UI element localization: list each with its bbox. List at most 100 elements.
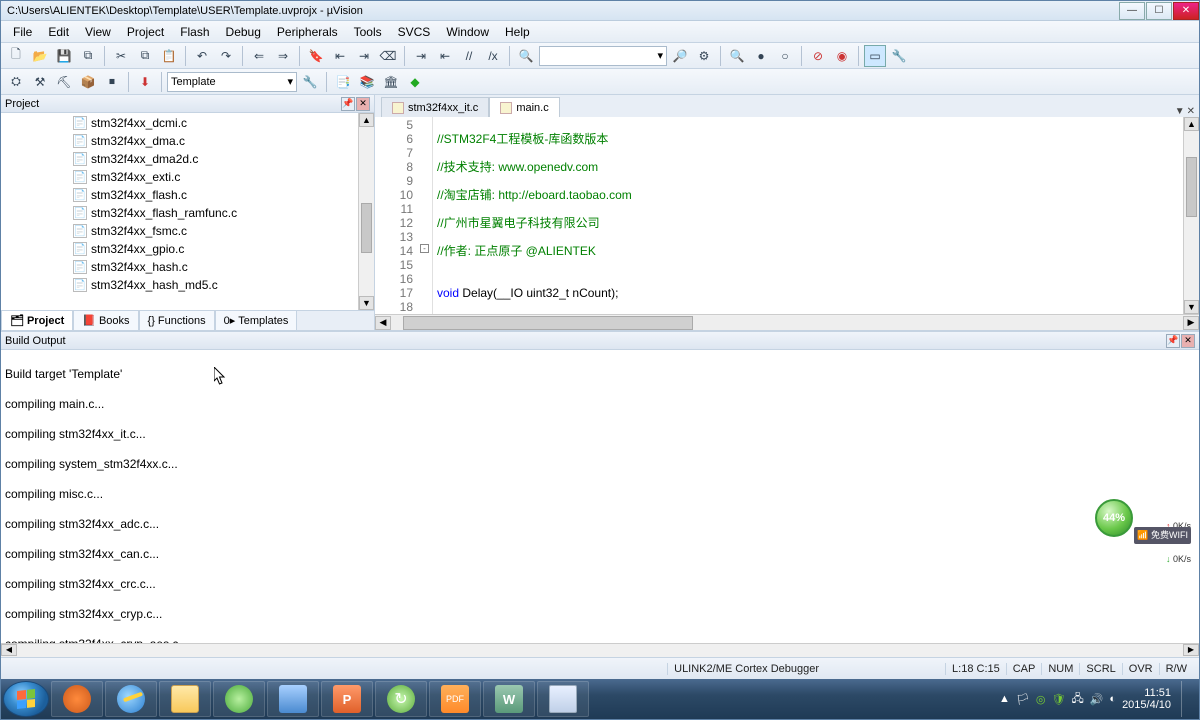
pane-pin-icon[interactable]: 📌 (341, 97, 355, 111)
tray-network-icon[interactable]: 🖧 (1071, 690, 1083, 709)
taskbar-app-5[interactable] (267, 681, 319, 717)
editor-tab-main[interactable]: main.c (489, 97, 559, 117)
pane-close-icon[interactable]: ✕ (356, 97, 370, 111)
tree-file-item[interactable]: 📄stm32f4xx_dcmi.c (1, 114, 374, 132)
tray-clock[interactable]: 11:51 2015/4/10 (1122, 687, 1171, 711)
tray-misc-icon[interactable]: ◐ (1109, 693, 1116, 705)
tree-file-item[interactable]: 📄stm32f4xx_hash_md5.c (1, 276, 374, 294)
tree-file-item[interactable]: 📄stm32f4xx_fsmc.c (1, 222, 374, 240)
incremental-find-icon[interactable]: ⚙ (693, 45, 715, 67)
menu-tools[interactable]: Tools (346, 23, 390, 41)
build-icon[interactable]: ⚒ (29, 71, 51, 93)
undo-icon[interactable]: ↶ (191, 45, 213, 67)
tree-file-item[interactable]: 📄stm32f4xx_hash.c (1, 258, 374, 276)
menu-window[interactable]: Window (438, 23, 497, 41)
tree-file-item[interactable]: 📄stm32f4xx_flash.c (1, 186, 374, 204)
taskbar-app-4[interactable] (213, 681, 265, 717)
tray-flag-icon[interactable]: 🏳 (1016, 693, 1030, 706)
configure-icon[interactable]: 🔧 (888, 45, 910, 67)
tab-functions[interactable]: {}Functions (139, 310, 215, 330)
pane-close-icon[interactable]: ✕ (1181, 334, 1195, 348)
select-packs-icon[interactable]: 📚 (356, 71, 378, 93)
tree-file-item[interactable]: 📄stm32f4xx_flash_ramfunc.c (1, 204, 374, 222)
find-combo[interactable]: ▾ (539, 46, 667, 66)
close-button[interactable]: ✕ (1173, 2, 1199, 20)
taskbar-notepad[interactable] (537, 681, 589, 717)
target-options-icon[interactable]: 🔧 (299, 71, 321, 93)
tray-volume-icon[interactable]: 🔊 (1090, 693, 1104, 706)
tree-file-item[interactable]: 📄stm32f4xx_exti.c (1, 168, 374, 186)
editor-tab-stm32f4xx-it[interactable]: stm32f4xx_it.c (381, 97, 489, 117)
tab-templates[interactable]: 0▸Templates (215, 310, 298, 330)
bookmark-icon[interactable]: 🔖 (305, 45, 327, 67)
menu-flash[interactable]: Flash (172, 23, 217, 41)
scroll-up-icon[interactable]: ▲ (359, 113, 374, 127)
code-editor[interactable]: 5 6 7 8 9 10 11 12 13 14 15 16 17 18 19 … (375, 117, 1199, 314)
scroll-thumb[interactable] (361, 203, 372, 253)
taskbar-powerpoint[interactable]: P (321, 681, 373, 717)
bookmark-clear-icon[interactable]: ⌫ (377, 45, 399, 67)
find-in-files-icon[interactable]: 🔍 (515, 45, 537, 67)
download-icon[interactable]: ⬇ (134, 71, 156, 93)
tray-shield-icon[interactable]: 🛡 (1051, 693, 1065, 706)
menu-edit[interactable]: Edit (40, 23, 77, 41)
taskbar-ie[interactable] (105, 681, 157, 717)
menu-peripherals[interactable]: Peripherals (269, 23, 346, 41)
nav-back-icon[interactable]: ⇐ (248, 45, 270, 67)
minimize-button[interactable]: — (1119, 2, 1145, 20)
menu-project[interactable]: Project (119, 23, 172, 41)
bookmark-prev-icon[interactable]: ⇤ (329, 45, 351, 67)
scroll-right-icon[interactable]: ▶ (1183, 316, 1199, 330)
scroll-left-icon[interactable]: ◀ (375, 316, 391, 330)
open-file-icon[interactable]: 📂 (29, 45, 51, 67)
project-tree[interactable]: ▲ ▼ 📄stm32f4xx_dcmi.c 📄stm32f4xx_dma.c 📄… (1, 113, 374, 310)
scroll-down-icon[interactable]: ▼ (359, 296, 374, 310)
redo-icon[interactable]: ↷ (215, 45, 237, 67)
translate-icon[interactable]: ⛭ (5, 71, 27, 93)
find-next-icon[interactable]: 🔎 (669, 45, 691, 67)
menu-debug[interactable]: Debug (218, 23, 269, 41)
taskbar-app-7[interactable]: ↻ (375, 681, 427, 717)
start-button[interactable] (3, 681, 49, 717)
tab-close-icon[interactable]: ✕ (1187, 106, 1195, 117)
stop-build-icon[interactable]: ⏹ (101, 71, 123, 93)
debug-start-icon[interactable]: 🔍 (726, 45, 748, 67)
breakpoint-enable-icon[interactable]: ◉ (831, 45, 853, 67)
scroll-track[interactable] (391, 316, 1183, 330)
taskbar-app-1[interactable] (51, 681, 103, 717)
scroll-thumb[interactable] (403, 316, 693, 330)
menu-help[interactable]: Help (497, 23, 538, 41)
breakpoint-insert-icon[interactable]: ● (750, 45, 772, 67)
tray-360-icon[interactable]: ◎ (1036, 693, 1046, 706)
window-layout-icon[interactable]: ▭ (864, 45, 886, 67)
indent-icon[interactable]: ⇥ (410, 45, 432, 67)
menu-svcs[interactable]: SVCS (390, 23, 439, 41)
manage-project-icon[interactable]: 📑 (332, 71, 354, 93)
editor-vscrollbar[interactable]: ▲ ▼ (1183, 117, 1199, 314)
paste-icon[interactable]: 📋 (158, 45, 180, 67)
tab-dropdown-icon[interactable]: ▼ (1175, 106, 1185, 117)
taskbar-word[interactable]: W (483, 681, 535, 717)
menu-view[interactable]: View (77, 23, 119, 41)
manage-rte-icon[interactable]: 🏛 (380, 71, 402, 93)
breakpoint-kill-icon[interactable]: ○ (774, 45, 796, 67)
scroll-up-icon[interactable]: ▲ (1184, 117, 1199, 131)
nav-forward-icon[interactable]: ⇒ (272, 45, 294, 67)
menu-file[interactable]: File (5, 23, 40, 41)
show-desktop-button[interactable] (1181, 681, 1189, 717)
maximize-button[interactable]: ☐ (1146, 2, 1172, 20)
bookmark-next-icon[interactable]: ⇥ (353, 45, 375, 67)
new-file-icon[interactable]: 🗋 (5, 45, 27, 67)
target-combo[interactable]: Template▾ (167, 72, 297, 92)
titlebar[interactable]: C:\Users\ALIENTEK\Desktop\Template\USER\… (1, 1, 1199, 21)
taskbar-foxit[interactable]: PDF (429, 681, 481, 717)
editor-hscrollbar[interactable]: ◀ ▶ (375, 314, 1199, 330)
comment-icon[interactable]: // (458, 45, 480, 67)
build-output-hscrollbar[interactable]: ◀ ▶ (1, 643, 1199, 657)
tab-books[interactable]: 📕Books (73, 310, 138, 330)
scroll-thumb[interactable] (1186, 157, 1197, 217)
cut-icon[interactable]: ✂ (110, 45, 132, 67)
pane-pin-icon[interactable]: 📌 (1166, 334, 1180, 348)
tray-show-hidden-icon[interactable]: ▲ (999, 693, 1010, 705)
breakpoint-disable-icon[interactable]: ⊘ (807, 45, 829, 67)
